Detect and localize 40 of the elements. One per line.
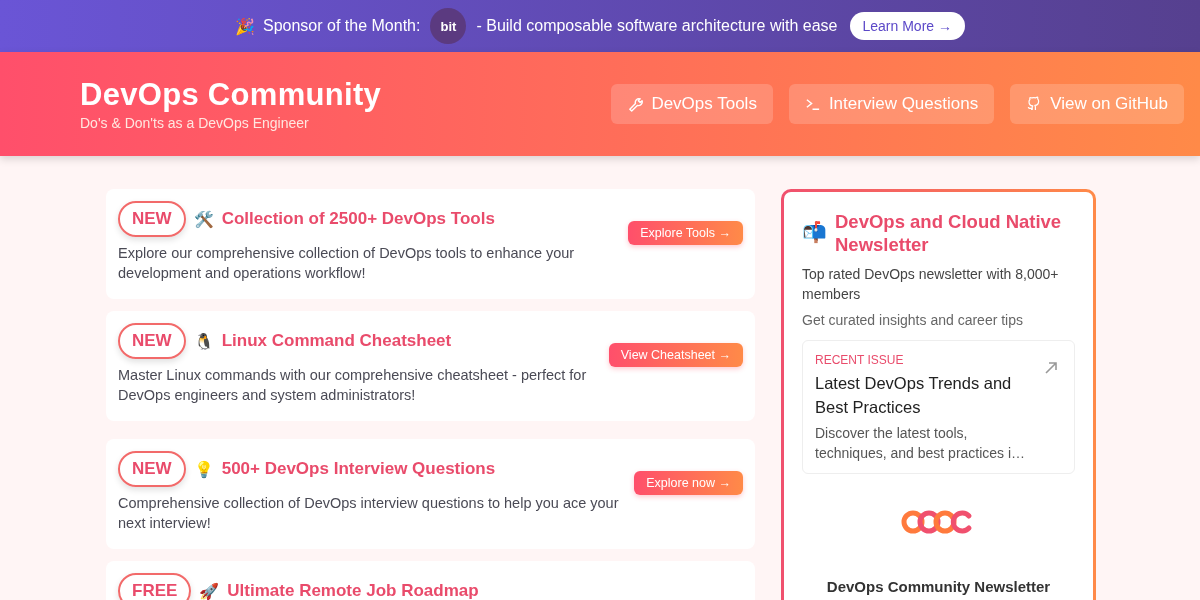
site-title: DevOps Community: [80, 77, 382, 113]
sponsor-logo[interactable]: bit: [430, 8, 467, 44]
sponsor-text: - Build composable software architecture with ease: [476, 17, 838, 35]
newsletter-title[interactable]: DevOps and Cloud Native Newsletter: [835, 210, 1075, 256]
newsletter-footer-title: DevOps Community Newsletter: [825, 578, 1052, 595]
nav-button[interactable]: Interview Questions: [788, 84, 995, 124]
card-title[interactable]: 500+ DevOps Interview Questions: [221, 459, 496, 479]
badge-pill: NEW: [118, 201, 186, 237]
external-link-icon: [1044, 361, 1058, 375]
card-action-button[interactable]: View Cheatsheet →: [608, 343, 743, 367]
recent-issue-card[interactable]: RECENT ISSUE Latest DevOps Trends and Best Practices Discover the latest tools, techniques, and best practices i…: [802, 340, 1075, 474]
card-description: Master Linux commands with our comprehensive cheatsheet - perfect for DevOps engineers and system administrators!: [118, 366, 588, 405]
wrench-icon: [627, 96, 644, 112]
card-description: Explore our comprehensive collection of DevOps tools to enhance your development and operations workflow!: [118, 244, 576, 283]
nav-button[interactable]: DevOps Tools: [611, 84, 773, 124]
title-emoji: 🚀: [199, 581, 220, 600]
mailbox-emoji: 📬: [802, 220, 827, 244]
title-emoji: 💡: [193, 459, 214, 479]
issue-title: Latest DevOps Trends and Best Practices: [815, 373, 1013, 418]
card-description: Comprehensive collection of DevOps interview questions to help you ace your next interview!: [118, 494, 620, 533]
sponsor-label: Sponsor of the Month:: [263, 17, 421, 35]
title-emoji: 🐧: [193, 331, 214, 351]
site-subtitle: Do's & Don'ts as a DevOps Engineer: [80, 115, 310, 131]
newsletter-tagline: Get curated insights and career tips: [802, 312, 1024, 328]
card-action-button[interactable]: Explore now →: [634, 471, 743, 495]
badge-pill: NEW: [118, 451, 186, 487]
card-title[interactable]: Linux Command Cheatsheet: [221, 331, 452, 351]
title-emoji: 🛠: [193, 209, 214, 229]
newsletter-description: Top rated DevOps newsletter with 8,000+ members: [802, 265, 1060, 304]
card-title[interactable]: Ultimate Remote Job Roadmap: [227, 581, 479, 600]
issue-label: RECENT ISSUE: [815, 353, 905, 367]
learn-more-button[interactable]: Learn More →: [849, 12, 965, 40]
nav-button[interactable]: View on GitHub: [1010, 84, 1184, 124]
badge-pill: FREE: [118, 573, 192, 600]
badge-pill: NEW: [118, 323, 186, 359]
party-emoji: 🎉: [235, 16, 255, 36]
card-title[interactable]: Collection of 2500+ DevOps Tools: [221, 209, 495, 229]
terminal-icon: [804, 96, 821, 112]
card-action-button[interactable]: Explore Tools →: [628, 221, 743, 245]
issue-excerpt: Discover the latest tools, techniques, and best practices i…: [815, 424, 1027, 463]
